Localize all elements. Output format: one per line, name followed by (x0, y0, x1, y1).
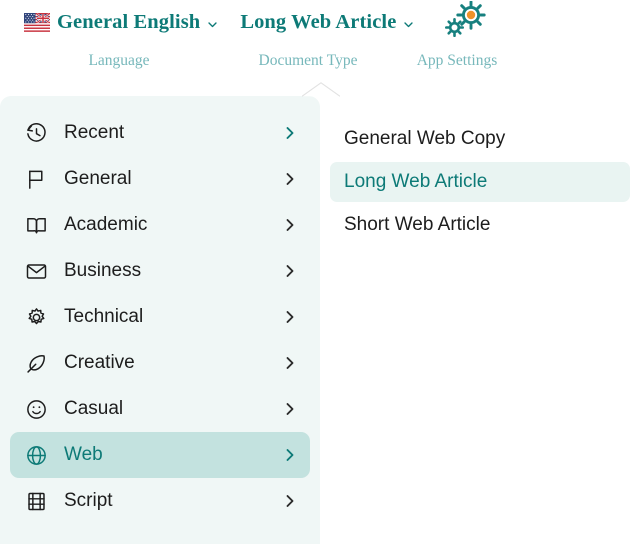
menu-item-label: Creative (64, 352, 282, 374)
menu-item-creative[interactable]: Creative (10, 340, 310, 386)
header-labels-row: Language Document Type App Settings (0, 46, 640, 76)
menu-item-casual[interactable]: Casual (10, 386, 310, 432)
menu-item-label: Script (64, 490, 282, 512)
language-selector[interactable]: General English (24, 11, 218, 34)
menu-item-technical[interactable]: Technical (10, 294, 310, 340)
history-clock-icon (24, 121, 48, 145)
language-sublabel: Language (24, 52, 214, 70)
dropdown-caret-icon (302, 82, 340, 97)
header-controls-row: General English Long Web Article (0, 0, 640, 44)
chevron-right-icon[interactable] (282, 263, 298, 279)
chevron-right-icon[interactable] (282, 401, 298, 417)
menu-item-label: Casual (64, 398, 282, 420)
menu-item-label: General (64, 168, 282, 190)
document-type-title: Long Web Article (240, 11, 396, 34)
subitem-long-web-article[interactable]: Long Web Article (330, 162, 630, 202)
menu-item-label: Academic (64, 214, 282, 236)
menu-item-web[interactable]: Web (10, 432, 310, 478)
open-book-icon (24, 213, 48, 237)
menu-item-academic[interactable]: Academic (10, 202, 310, 248)
subitem-label: Long Web Article (344, 171, 487, 193)
menu-item-label: Technical (64, 306, 282, 328)
gears-icon (442, 1, 488, 41)
chevron-right-icon[interactable] (282, 217, 298, 233)
menu-item-label: Web (64, 444, 282, 466)
chevron-right-icon[interactable] (282, 493, 298, 509)
document-type-selector[interactable]: Long Web Article (240, 11, 414, 34)
app-settings-button[interactable] (440, 4, 488, 41)
subitem-general-web-copy[interactable]: General Web Copy (330, 119, 630, 159)
film-strip-icon (24, 489, 48, 513)
feather-quill-icon (24, 351, 48, 375)
menu-item-label: Recent (64, 122, 282, 144)
globe-icon (24, 443, 48, 467)
gear-icon (24, 305, 48, 329)
smiley-face-icon (24, 397, 48, 421)
menu-item-label: Business (64, 260, 282, 282)
menu-item-recent[interactable]: Recent (10, 110, 310, 156)
language-title: General English (57, 11, 200, 34)
flag-icon (24, 167, 48, 191)
menu-item-general[interactable]: General (10, 156, 310, 202)
subitem-short-web-article[interactable]: Short Web Article (330, 205, 630, 245)
envelope-icon (24, 259, 48, 283)
chevron-down-icon[interactable] (207, 17, 218, 28)
chevron-right-icon[interactable] (282, 125, 298, 141)
chevron-right-icon[interactable] (282, 447, 298, 463)
subcategory-list: General Web Copy Long Web Article Short … (320, 96, 640, 544)
category-list: Recent General (0, 96, 320, 544)
us-uk-flag-icon (24, 13, 50, 32)
subitem-label: Short Web Article (344, 214, 490, 236)
menu-item-business[interactable]: Business (10, 248, 310, 294)
menu-item-script[interactable]: Script (10, 478, 310, 524)
chevron-right-icon[interactable] (282, 355, 298, 371)
app-header: General English Long Web Article (0, 0, 640, 88)
document-type-sublabel: Document Type (214, 52, 402, 70)
document-type-dropdown-panel: Recent General (0, 96, 640, 544)
chevron-right-icon[interactable] (282, 171, 298, 187)
subitem-label: General Web Copy (344, 128, 505, 150)
app-settings-sublabel: App Settings (402, 52, 512, 70)
chevron-right-icon[interactable] (282, 309, 298, 325)
chevron-down-icon[interactable] (403, 17, 414, 28)
